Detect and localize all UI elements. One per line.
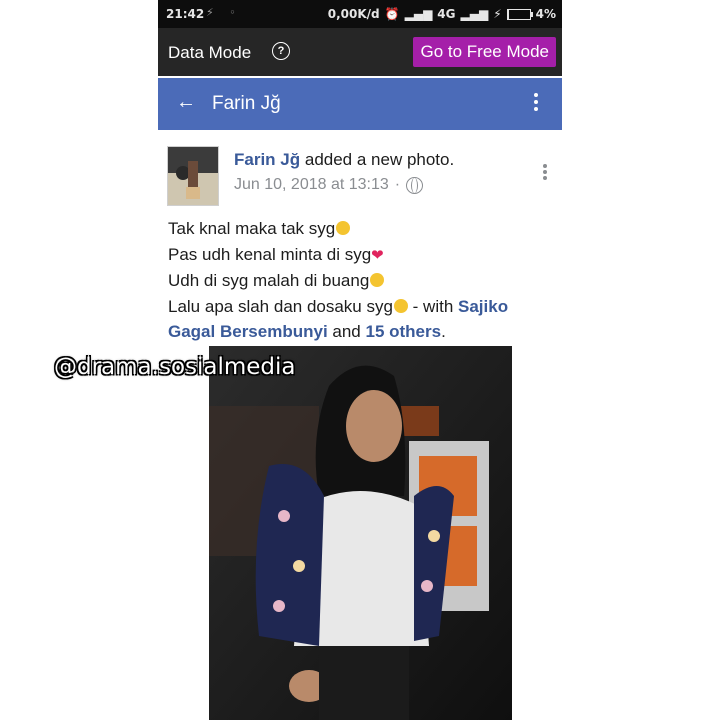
alarm-icon: ⏰ (384, 7, 400, 21)
nav-bar: ← Farin Jğ (158, 78, 562, 130)
avatar[interactable] (167, 146, 219, 206)
heart-emoji-icon: ❤ (371, 246, 384, 264)
post-options-icon[interactable] (543, 162, 547, 182)
network-speed: 0,00K/d (327, 7, 380, 21)
author-line: Farin Jğ added a new photo. (234, 150, 454, 170)
help-icon[interactable]: ? (272, 42, 290, 60)
meta-separator: · (394, 176, 401, 193)
smiling-emoji-icon (393, 298, 408, 313)
charging-icon: ⚡ (493, 7, 502, 21)
data-mode-label: Data Mode (168, 43, 252, 62)
post-text: Tak knal maka tak syg Pas udh kenal mint… (168, 216, 558, 345)
post-header: Farin Jğ added a new photo. Jun 10, 2018… (158, 140, 562, 206)
post-photo[interactable] (209, 346, 512, 720)
others-link[interactable]: 15 others (365, 322, 441, 341)
battery-text: 4% (535, 7, 556, 21)
post-line: Pas udh kenal minta di syg❤ (168, 244, 384, 264)
back-arrow-icon[interactable]: ← (176, 91, 196, 114)
battery-icon (506, 8, 533, 20)
status-time: 21:42 (166, 7, 205, 21)
free-mode-button[interactable]: Go to Free Mode (413, 37, 556, 67)
globe-icon (406, 176, 424, 194)
status-bar: 21:42 ⚡ ◦ 0,00K/d ⏰ ▂▄▆ 4G ▂▄▆ ⚡ 4% (158, 0, 562, 28)
post-line: Udh di syg malah di buang (168, 268, 558, 294)
data-mode-bar: Data Mode ? Go to Free Mode (158, 28, 562, 76)
post-line: Tak knal maka tak syg (168, 216, 558, 242)
author-name[interactable]: Farin Jğ (234, 150, 300, 169)
status-right: 0,00K/d ⏰ ▂▄▆ 4G ▂▄▆ ⚡ 4% (328, 7, 556, 21)
signal-icon-2: ▂▄▆ (460, 7, 489, 21)
watermark-text: @drama.sosialmedia (54, 354, 296, 380)
signal-icon: ▂▄▆ (404, 7, 433, 21)
post-meta: Jun 10, 2018 at 13:13 · (234, 176, 424, 194)
nav-title: Farin Jğ (212, 93, 281, 114)
post-line: Lalu apa slah dan dosaku syg - with Saji… (168, 296, 509, 342)
more-options-icon[interactable] (534, 90, 540, 114)
post-action: added a new photo. (304, 150, 455, 169)
battery-fill (507, 9, 509, 19)
network-type: 4G (437, 7, 456, 21)
sad-emoji-icon (370, 273, 385, 287)
notification-icons: ⚡ ◦ (206, 6, 242, 19)
laughing-emoji-icon (336, 221, 351, 235)
post-date[interactable]: Jun 10, 2018 at 13:13 (234, 176, 389, 194)
